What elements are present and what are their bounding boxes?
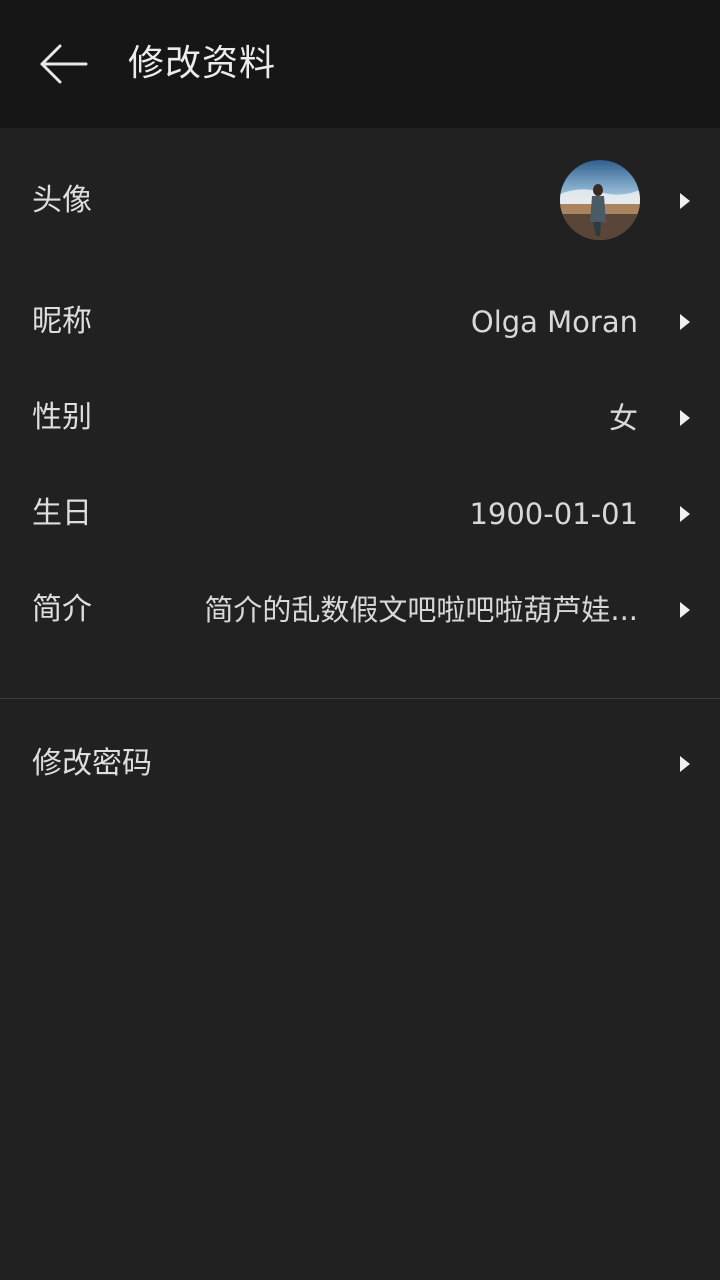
chevron-right-icon xyxy=(680,756,690,772)
birthday-row[interactable]: 生日 1900-01-01 xyxy=(0,466,720,562)
avatar-label: 头像 xyxy=(32,183,92,218)
gender-label: 性别 xyxy=(32,400,92,435)
avatar-row[interactable]: 头像 xyxy=(0,128,720,274)
change-password-label: 修改密码 xyxy=(32,746,152,781)
chevron-right-icon xyxy=(680,410,690,426)
chevron-right-icon xyxy=(680,193,690,209)
chevron-right-icon xyxy=(680,314,690,330)
bio-value: 简介的乱数假文吧啦吧啦葫芦娃... xyxy=(204,593,638,627)
bio-row[interactable]: 简介 简介的乱数假文吧啦吧啦葫芦娃... xyxy=(0,562,720,658)
change-password-row[interactable]: 修改密码 xyxy=(0,699,720,829)
arrow-left-icon xyxy=(40,44,88,84)
avatar[interactable] xyxy=(560,160,640,240)
bio-label: 简介 xyxy=(32,592,92,627)
top-app-bar: 修改资料 xyxy=(0,0,720,128)
birthday-value: 1900-01-01 xyxy=(469,497,638,531)
page-title: 修改资料 xyxy=(128,43,277,84)
birthday-label: 生日 xyxy=(32,496,92,531)
gender-value: 女 xyxy=(608,401,638,435)
gender-row[interactable]: 性别 女 xyxy=(0,370,720,466)
avatar-photo xyxy=(560,160,640,240)
nickname-row[interactable]: 昵称 Olga Moran xyxy=(0,274,720,370)
profile-settings-list: 头像 昵称 Olga Moran 性别 女 生日 1900-01-01 简介 简… xyxy=(0,128,720,829)
nickname-label: 昵称 xyxy=(32,304,92,339)
nickname-value: Olga Moran xyxy=(470,305,638,339)
chevron-right-icon xyxy=(680,506,690,522)
chevron-right-icon xyxy=(680,602,690,618)
back-button[interactable] xyxy=(32,36,96,92)
